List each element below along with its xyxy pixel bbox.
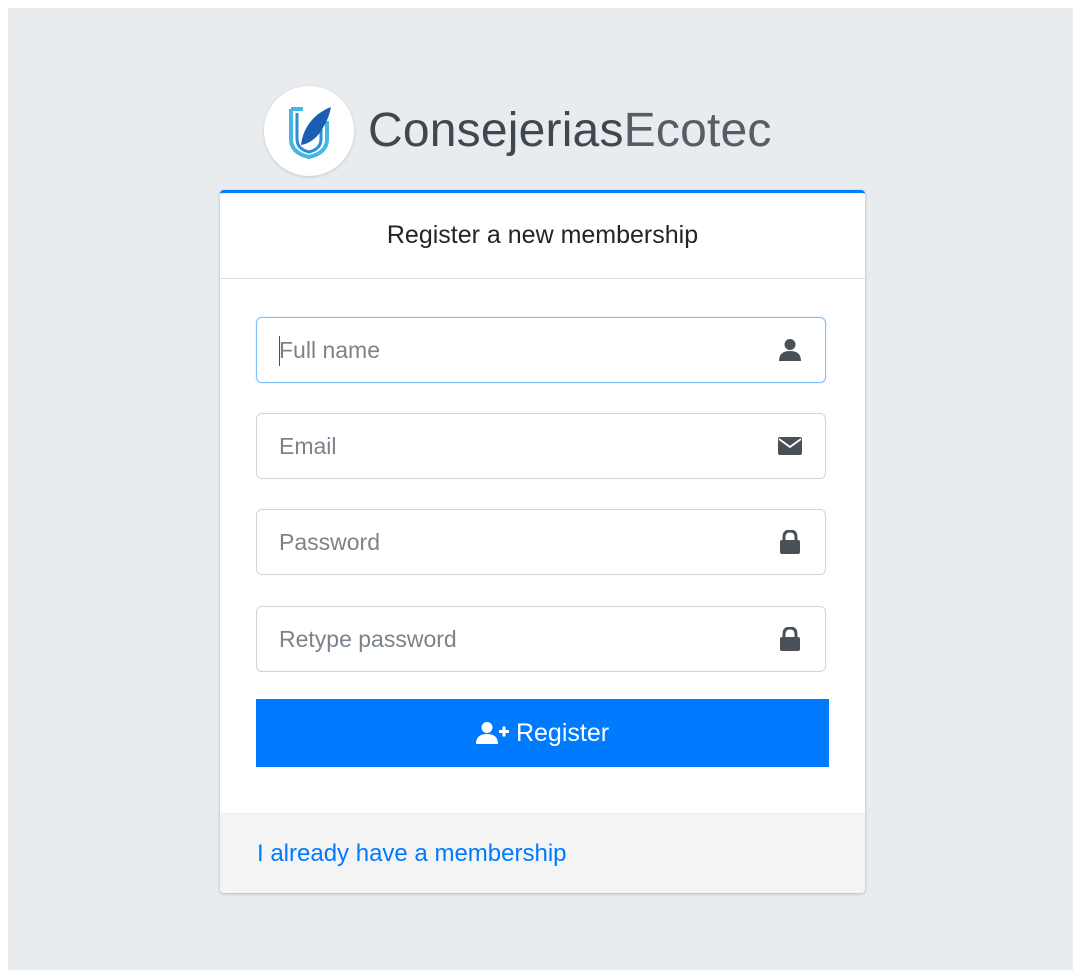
brand-name-light: Ecotec (623, 104, 772, 157)
password-input[interactable] (257, 510, 755, 574)
brand-name-bold: Consejerias (368, 104, 624, 157)
brand-name: ConsejeriasEcotec (368, 107, 772, 155)
card-title: Register a new membership (220, 193, 865, 279)
full-name-field[interactable] (256, 317, 826, 383)
email-input[interactable] (257, 414, 755, 478)
brand: ConsejeriasEcotec (264, 86, 772, 176)
full-name-input[interactable] (257, 318, 755, 382)
text-caret (279, 336, 280, 366)
page-background: ConsejeriasEcotec Register a new members… (8, 8, 1073, 970)
register-button-label: Register (515, 718, 610, 747)
user-plus-icon (475, 721, 510, 745)
password-field[interactable] (256, 509, 826, 575)
register-card: Register a new membership Full name Emai… (220, 190, 865, 893)
ecotec-shield-logo-icon (289, 107, 331, 160)
card-footer: I already have a membership (220, 813, 865, 893)
register-button[interactable]: Register (256, 699, 829, 767)
email-field[interactable] (256, 413, 826, 479)
retype-password-field[interactable] (256, 606, 826, 672)
brand-logo (264, 86, 354, 176)
retype-password-input[interactable] (257, 607, 755, 671)
envelope-icon (755, 414, 825, 478)
login-link[interactable]: I already have a membership (257, 840, 567, 868)
lock-icon (755, 510, 825, 574)
lock-icon (755, 607, 825, 671)
user-icon (755, 318, 825, 382)
